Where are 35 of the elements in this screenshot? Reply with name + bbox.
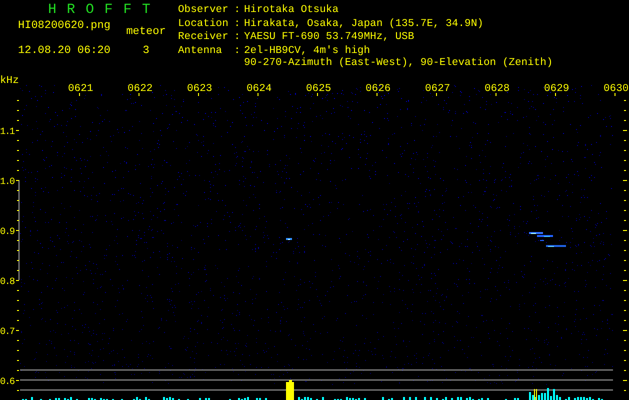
frequency-label: 0.6 xyxy=(0,376,14,387)
station-label: Receiver xyxy=(178,31,230,44)
station-value: Hirotaka Otsuka xyxy=(244,4,340,16)
frequency-label: 1.0 xyxy=(0,176,14,187)
station-value: 2el-HB9CV, 4m's high xyxy=(244,44,372,56)
meteor-count: 3 xyxy=(142,45,150,58)
time-label: 0623 xyxy=(187,83,212,95)
timestamp: 12.08.20 06:20 xyxy=(18,45,112,58)
station-value: 90-270-Azimuth (East-West), 90-Elevation (Zenith) xyxy=(244,56,553,68)
separator: : xyxy=(234,31,242,44)
time-label: 0627 xyxy=(425,83,450,95)
station-label: Location xyxy=(178,18,230,31)
frequency-label: 0.8 xyxy=(0,276,14,287)
file-name: HI08200620.png xyxy=(18,20,112,33)
time-label: 0621 xyxy=(68,83,94,95)
time-label: 0622 xyxy=(128,83,153,95)
station-value: YAESU FT-690 53.749MHz, USB xyxy=(244,31,416,43)
time-label: 0628 xyxy=(484,83,510,95)
time-label: 0624 xyxy=(246,83,272,95)
meteor-label: meteor xyxy=(126,26,166,39)
separator: : xyxy=(234,4,242,18)
app-title: H R O F F T xyxy=(48,2,152,18)
time-label: 0625 xyxy=(306,83,332,95)
station-label: Antenna xyxy=(178,44,224,58)
frequency-label: 0.9 xyxy=(0,226,14,237)
frequency-label: 0.7 xyxy=(0,326,14,337)
station-value: Hirakata, Osaka, Japan (135.7E, 34.9N) xyxy=(244,18,484,30)
frequency-label: 1.1 xyxy=(0,126,14,137)
time-label: 0629 xyxy=(544,83,570,95)
station-label: Observer xyxy=(178,4,230,18)
time-label: 0626 xyxy=(366,83,391,95)
axis-unit: kHz xyxy=(0,75,19,87)
time-label: 0630 xyxy=(604,83,629,95)
separator: : xyxy=(234,18,242,31)
separator: : xyxy=(234,44,242,58)
